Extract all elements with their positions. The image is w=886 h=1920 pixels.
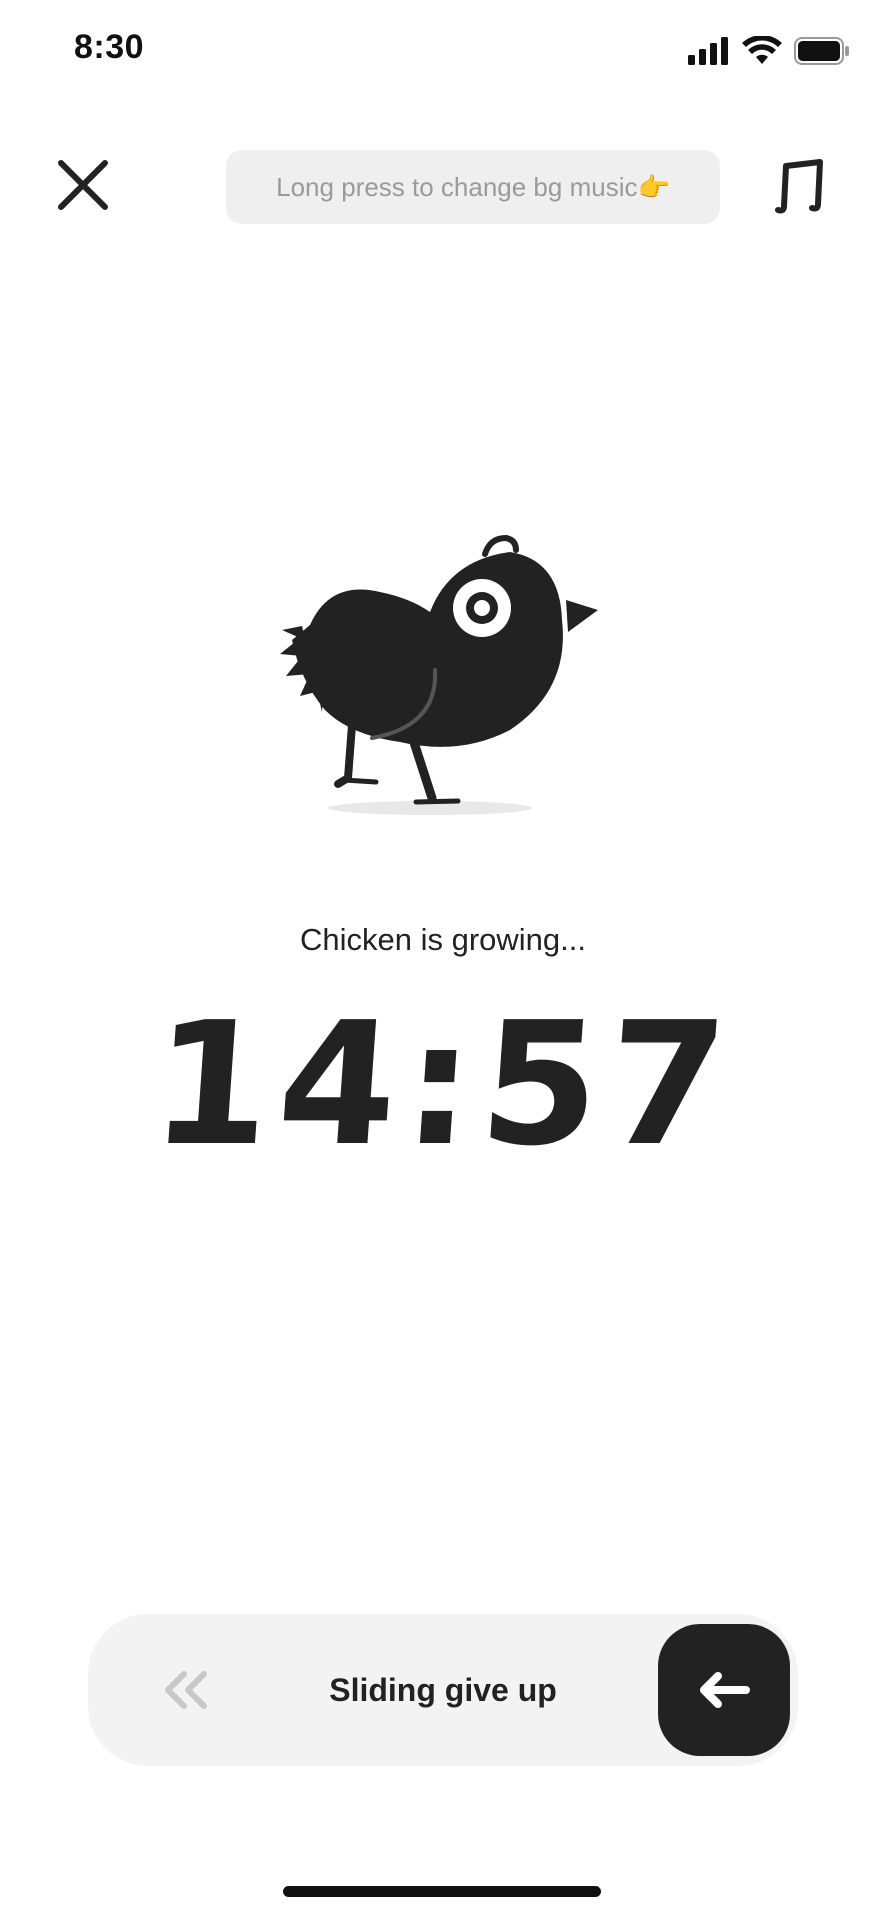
wifi-icon bbox=[742, 36, 782, 64]
close-button[interactable] bbox=[48, 150, 118, 220]
slider-knob[interactable] bbox=[658, 1624, 790, 1756]
countdown-timer: 14:57 bbox=[145, 986, 741, 1184]
music-tooltip: Long press to change bg music👉 bbox=[226, 150, 720, 224]
home-indicator bbox=[283, 1886, 601, 1897]
growing-status-text: Chicken is growing... bbox=[299, 922, 586, 957]
music-note-icon bbox=[775, 159, 823, 214]
music-button[interactable] bbox=[766, 150, 836, 220]
give-up-slider[interactable]: Sliding give up bbox=[88, 1614, 798, 1766]
close-icon bbox=[58, 160, 108, 210]
tooltip-text: Long press to change bg music👉 bbox=[276, 171, 670, 202]
chicken-illustration bbox=[280, 530, 600, 830]
status-time: 8:30 bbox=[74, 28, 145, 66]
battery-icon bbox=[794, 37, 849, 65]
status-icons bbox=[688, 36, 850, 66]
arrow-left-icon bbox=[700, 1672, 750, 1708]
cellular-signal-icon bbox=[688, 37, 728, 65]
status-bar: 8:30 bbox=[0, 0, 886, 110]
